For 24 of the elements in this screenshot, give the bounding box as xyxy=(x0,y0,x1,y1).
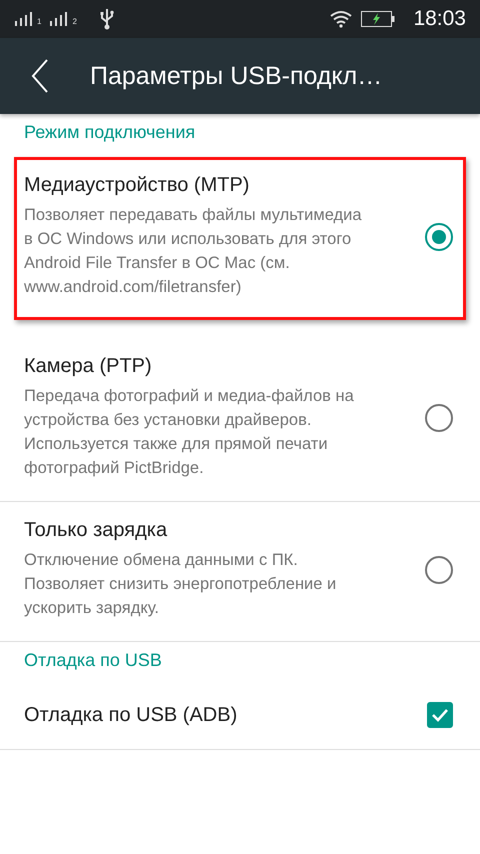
option-row[interactable]: Камера (PTP) Передача фотографий и медиа-файлов на устройства без установки драйверов. Используется также для прямой печати фотографий PictBridge. xyxy=(14,338,466,501)
checkbox[interactable] xyxy=(427,702,453,728)
option-title: Отладка по USB (ADB) xyxy=(24,704,238,726)
option-row[interactable]: Только зарядка Отключение обмена данными с ПК. Позволяет снизить энергопотребление и ускорить зарядку. xyxy=(14,502,466,641)
section-header: Режим подключения xyxy=(23,121,196,144)
battery-charging-icon xyxy=(361,11,396,27)
clock-time: 18:03 xyxy=(413,7,466,31)
sim-label: 1 xyxy=(37,18,42,26)
option-row[interactable]: Медиаустройство (MTP) Позволяет передавать файлы мультимедиа в ОС Windows или использовать для этого Android File Transfer в ОС Mac (см. www.android.com/filetransfer) xyxy=(14,157,466,320)
option-description: Отключение обмена данными с ПК. Позволяет снизить энергопотребление и ускорить зарядку. xyxy=(24,550,338,619)
option-description: Передача фотографий и медиа-файлов на устройства без установки драйверов. Используется также для прямой печати фотографий PictBridge. xyxy=(24,386,355,479)
usb-icon xyxy=(98,8,115,30)
option-title: Медиаустройство (MTP) xyxy=(24,174,250,197)
wifi-icon xyxy=(329,10,354,28)
radio-button[interactable] xyxy=(425,404,453,432)
radio-button[interactable] xyxy=(425,556,453,584)
sim-label: 2 xyxy=(72,18,77,26)
radio-button[interactable] xyxy=(425,222,453,250)
option-title: Камера (PTP) xyxy=(24,355,153,378)
option-title: Только зарядка xyxy=(24,519,168,542)
option-row[interactable]: Отладка по USB (ADB) xyxy=(14,685,466,749)
section-header: Отладка по USB xyxy=(23,649,163,672)
option-description: Позволяет передавать файлы мультимедиа в ОС Windows или использовать для этого Android File Transfer в ОС Mac (см. www.android.com/filetransfer) xyxy=(24,205,363,298)
screen-title: Параметры USB-подкл… xyxy=(90,62,382,90)
